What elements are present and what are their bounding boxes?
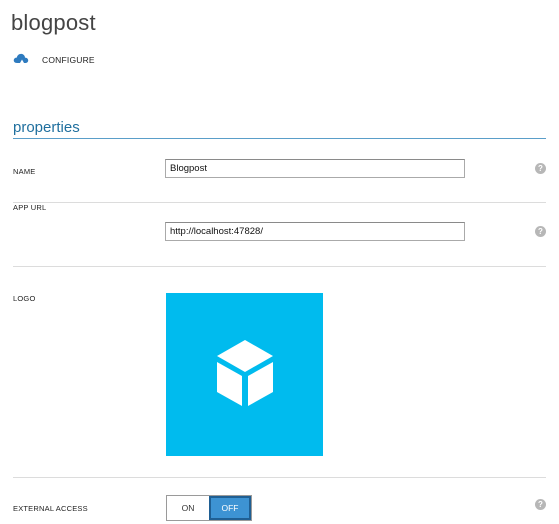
name-input[interactable] bbox=[165, 159, 465, 178]
cube-icon bbox=[213, 336, 277, 413]
external-access-label: EXTERNAL ACCESS bbox=[13, 504, 88, 513]
app-url-help-icon[interactable]: ? bbox=[535, 226, 546, 237]
section-title: properties bbox=[13, 119, 80, 136]
name-help-icon[interactable]: ? bbox=[535, 163, 546, 174]
name-label: NAME bbox=[13, 167, 36, 176]
toggle-on-option[interactable]: ON bbox=[167, 496, 209, 520]
external-access-toggle[interactable]: ON OFF bbox=[166, 495, 252, 521]
row-divider bbox=[13, 202, 546, 203]
row-divider bbox=[13, 266, 546, 267]
logo-label: LOGO bbox=[13, 294, 36, 303]
app-url-input[interactable] bbox=[165, 222, 465, 241]
toggle-off-option[interactable]: OFF bbox=[209, 496, 251, 520]
logo-image[interactable] bbox=[166, 293, 323, 456]
app-url-label-text: APP URL bbox=[13, 203, 47, 212]
section-divider bbox=[13, 138, 546, 139]
configure-button[interactable]: CONFIGURE bbox=[13, 53, 95, 67]
external-access-help-icon[interactable]: ? bbox=[535, 499, 546, 510]
row-divider bbox=[13, 477, 546, 478]
configure-label: CONFIGURE bbox=[42, 55, 95, 65]
cloud-icon bbox=[13, 51, 29, 69]
page-title: blogpost bbox=[11, 10, 96, 35]
